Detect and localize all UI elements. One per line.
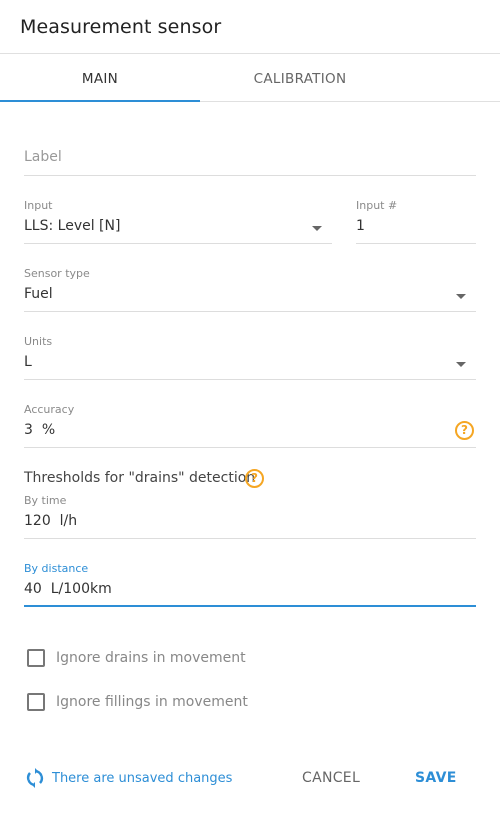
- ignore-drains-checkbox-row[interactable]: Ignore drains in movement: [27, 649, 246, 667]
- sensor-type-select[interactable]: Sensor type Fuel: [24, 267, 476, 312]
- by-distance-unit: L/100km: [50, 581, 112, 597]
- by-distance-label: By distance: [24, 562, 89, 575]
- dialog-header: Measurement sensor: [0, 0, 500, 54]
- accuracy-field[interactable]: Accuracy 3 % ?: [24, 403, 476, 448]
- thresholds-title-text: Thresholds for "drains" detection: [24, 470, 256, 486]
- save-button[interactable]: SAVE: [415, 770, 457, 786]
- caret-down-icon: [312, 226, 322, 231]
- tab-main[interactable]: MAIN: [0, 54, 200, 102]
- dialog-footer: There are unsaved changes CANCEL SAVE: [0, 762, 500, 798]
- unsaved-status: There are unsaved changes: [26, 768, 232, 788]
- by-time-unit: l/h: [59, 513, 78, 529]
- sync-icon: [26, 768, 44, 788]
- help-icon[interactable]: ?: [245, 469, 264, 488]
- by-distance-value: 40 L/100km: [24, 578, 476, 600]
- sensor-type-label: Sensor type: [24, 267, 90, 280]
- label-field[interactable]: Label: [24, 146, 476, 176]
- by-distance-number: 40: [24, 581, 42, 597]
- label-placeholder: Label: [24, 149, 62, 165]
- accuracy-value: 3 %: [24, 419, 476, 441]
- unsaved-status-text: There are unsaved changes: [52, 770, 233, 786]
- tab-bar: MAIN CALIBRATION: [0, 54, 500, 102]
- input-label: Input: [24, 199, 53, 212]
- ignore-fillings-label: Ignore fillings in movement: [56, 694, 248, 710]
- units-value: L: [24, 354, 32, 370]
- units-select[interactable]: Units L: [24, 335, 476, 380]
- accuracy-unit: %: [41, 422, 56, 438]
- ignore-fillings-checkbox-row[interactable]: Ignore fillings in movement: [27, 693, 248, 711]
- caret-down-icon: [456, 294, 466, 299]
- input-value: LLS: Level [N]: [24, 218, 121, 234]
- dialog-title: Measurement sensor: [20, 16, 222, 38]
- by-time-field[interactable]: By time 120 l/h: [24, 494, 476, 539]
- sensor-type-value: Fuel: [24, 286, 53, 302]
- accuracy-number: 3: [24, 422, 33, 438]
- caret-down-icon: [456, 362, 466, 367]
- input-number-field[interactable]: Input # 1: [356, 199, 476, 244]
- by-time-label: By time: [24, 494, 67, 507]
- ignore-fillings-checkbox[interactable]: [27, 693, 45, 711]
- input-number-value: 1: [356, 218, 365, 234]
- accuracy-label: Accuracy: [24, 403, 75, 416]
- tab-calibration[interactable]: CALIBRATION: [200, 54, 400, 101]
- ignore-drains-checkbox[interactable]: [27, 649, 45, 667]
- help-icon[interactable]: ?: [455, 421, 474, 440]
- by-distance-field[interactable]: By distance 40 L/100km: [24, 562, 476, 607]
- input-select[interactable]: Input LLS: Level [N]: [24, 199, 332, 244]
- ignore-drains-label: Ignore drains in movement: [56, 650, 246, 666]
- input-number-label: Input #: [356, 199, 398, 212]
- units-label: Units: [24, 335, 53, 348]
- by-time-number: 120: [24, 513, 51, 529]
- by-time-value: 120 l/h: [24, 510, 476, 532]
- thresholds-title: Thresholds for "drains" detection: [24, 470, 255, 486]
- cancel-button[interactable]: CANCEL: [302, 770, 360, 786]
